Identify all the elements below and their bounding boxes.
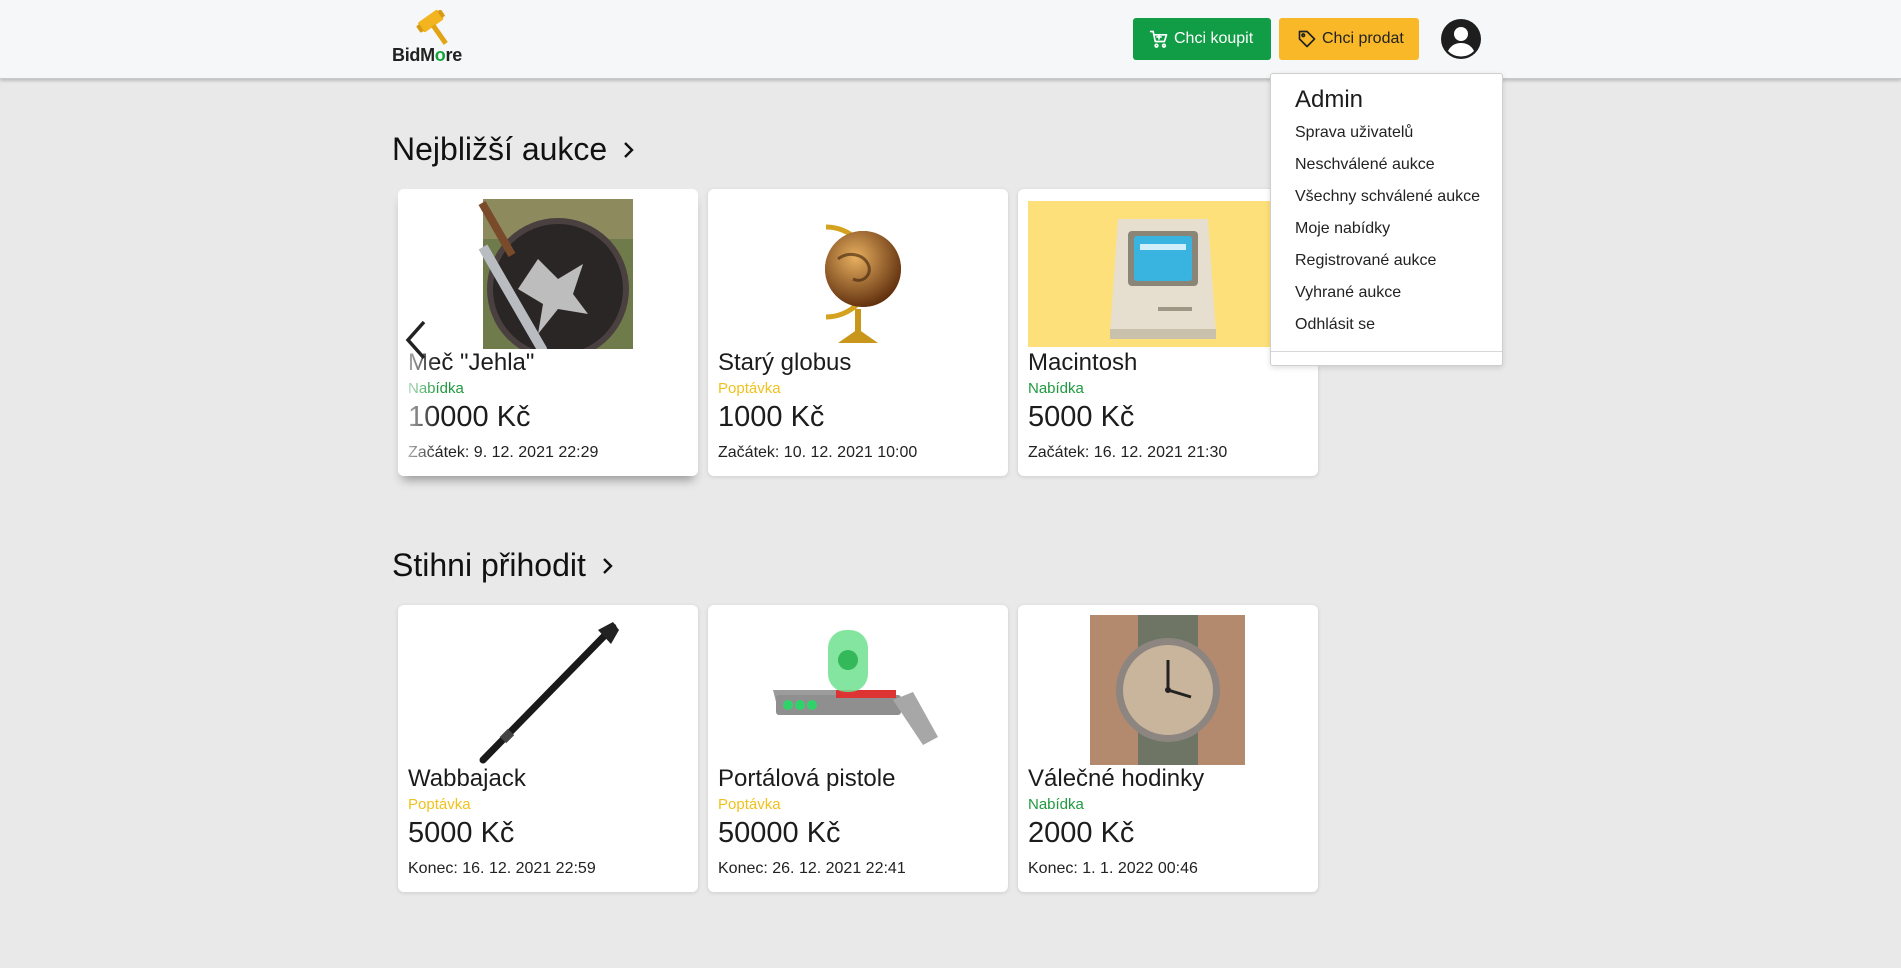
section-title-text: Nejbližší aukce [392, 131, 608, 167]
menu-item-unapproved-auctions[interactable]: Neschválené aukce [1295, 156, 1435, 174]
account-circle-icon[interactable] [1440, 18, 1482, 60]
auction-title: Macintosh [1028, 349, 1138, 376]
chevron-right-icon [624, 141, 634, 158]
auction-title: Válečné hodinky [1028, 765, 1205, 792]
auction-type: Poptávka [718, 796, 781, 813]
auction-type: Nabídka [1028, 796, 1084, 813]
auction-title: Portálová pistole [718, 765, 896, 792]
auction-type: Nabídka [408, 380, 464, 397]
menu-item-user-management[interactable]: Sprava uživatelů [1295, 124, 1413, 142]
section-title-text: Stihni přihodit [392, 547, 586, 583]
auction-price: 5000 Kč [1028, 401, 1135, 433]
top-navbar: BidMore Chci koupit Chci prodat [0, 0, 1901, 79]
macintosh-image [1028, 199, 1308, 349]
auction-price: 1000 Kč [718, 401, 825, 433]
tag-icon [1298, 30, 1316, 48]
user-dropdown-menu: Admin Sprava uživatelů Neschválené aukce… [1270, 73, 1503, 366]
menu-item-registered-auctions[interactable]: Registrované aukce [1295, 252, 1436, 270]
auction-date: Začátek: 10. 12. 2021 10:00 [718, 444, 918, 461]
auction-price: 2000 Kč [1028, 817, 1135, 849]
auction-card[interactable]: Wabbajack Poptávka 5000 Kč Konec: 16. 12… [398, 605, 698, 892]
logo-plus-o: o [434, 45, 446, 65]
buy-button[interactable]: Chci koupit [1133, 18, 1271, 60]
sell-button-label: Chci prodat [1322, 30, 1404, 47]
auction-price: 5000 Kč [408, 817, 515, 849]
user-menu-title: Admin [1295, 86, 1364, 113]
auction-card[interactable]: Starý globus Poptávka 1000 Kč Začátek: 1… [708, 189, 1008, 476]
auction-title: Wabbajack [408, 765, 526, 792]
auction-price: 10000 Kč [408, 401, 531, 433]
auction-date: Konec: 1. 1. 2022 00:46 [1028, 860, 1198, 877]
auction-price: 50000 Kč [718, 817, 841, 849]
chevron-right-icon [603, 557, 613, 574]
menu-item-logout[interactable]: Odhlásit se [1295, 316, 1375, 334]
auction-date: Konec: 16. 12. 2021 22:59 [408, 860, 596, 877]
auction-card[interactable]: Válečné hodinky Nabídka 2000 Kč Konec: 1… [1018, 605, 1318, 892]
auction-date: Začátek: 9. 12. 2021 22:29 [408, 444, 599, 461]
sell-button[interactable]: Chci prodat [1279, 18, 1419, 60]
portal-gun-image [718, 615, 998, 765]
section-title-last-chance[interactable]: Stihni přihodit [392, 547, 616, 584]
auction-date: Začátek: 16. 12. 2021 21:30 [1028, 444, 1228, 461]
menu-item-my-offers[interactable]: Moje nabídky [1295, 220, 1390, 238]
sword-shield-image [408, 199, 688, 349]
logo-wordmark: BidMore [392, 45, 462, 66]
auction-card[interactable]: Portálová pistole Poptávka 50000 Kč Kone… [708, 605, 1008, 892]
gavel-icon [416, 10, 448, 45]
staff-image [408, 615, 688, 765]
bidmore-logo[interactable]: BidMore [392, 10, 472, 68]
auction-card[interactable]: Meč "Jehla" Nabídka 10000 Kč Začátek: 9.… [398, 189, 698, 476]
section-title-nearest[interactable]: Nejbližší aukce [392, 131, 637, 168]
cart-icon [1149, 30, 1168, 48]
buy-button-label: Chci koupit [1174, 30, 1254, 47]
auction-title: Starý globus [718, 349, 852, 376]
carousel-prev-chevron-left-icon[interactable] [400, 318, 432, 362]
auction-type: Poptávka [408, 796, 471, 813]
menu-item-won-auctions[interactable]: Vyhrané aukce [1295, 284, 1401, 302]
auction-type: Nabídka [1028, 380, 1084, 397]
auction-date: Konec: 26. 12. 2021 22:41 [718, 860, 906, 877]
menu-item-all-approved-auctions[interactable]: Všechny schválené aukce [1295, 188, 1480, 206]
logo-text-end: re [445, 45, 463, 65]
menu-divider [1271, 351, 1502, 352]
logo-text-start: BidM [392, 45, 435, 65]
auction-type: Poptávka [718, 380, 781, 397]
globe-image [718, 199, 998, 349]
wristwatch-image [1028, 615, 1308, 765]
